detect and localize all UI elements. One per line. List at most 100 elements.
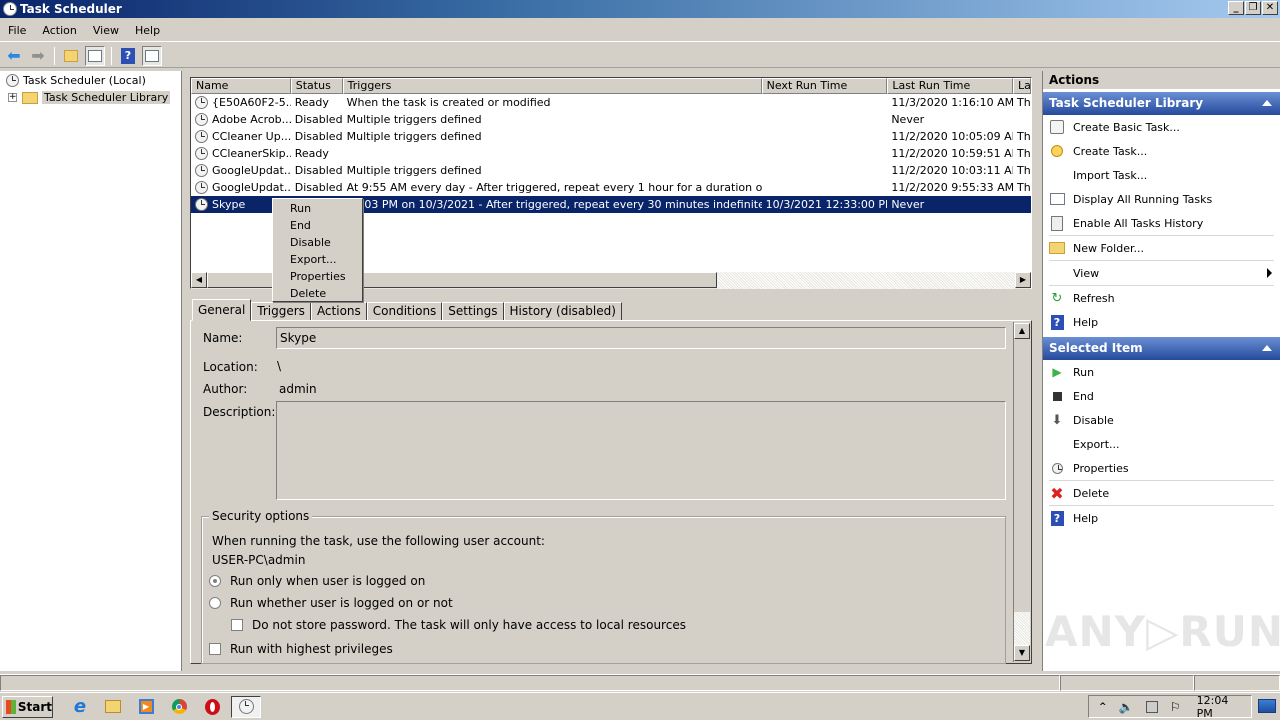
column-name[interactable]: Name [191,78,291,94]
action-enable-all-tasks-history[interactable]: Enable All Tasks History [1043,211,1280,235]
help-icon: ? [121,47,135,64]
internet-explorer-icon[interactable]: e [69,696,91,718]
action-import-task[interactable]: Import Task... [1043,163,1280,187]
collapse-icon[interactable] [1262,345,1272,351]
scroll-down-button[interactable]: ▼ [1014,645,1030,661]
chrome-icon[interactable] [168,696,190,718]
menu-view[interactable]: View [85,24,127,37]
column-last-run-result[interactable]: La [1013,78,1031,94]
tab-settings[interactable]: Settings [442,302,504,321]
menu-action[interactable]: Action [34,24,84,37]
close-button[interactable]: ✕ [1262,1,1278,15]
show-hide-console-tree-button[interactable] [85,45,105,66]
action-label: Import Task... [1073,168,1148,182]
do-not-store-password-label: Do not store password. The task will onl… [252,618,686,632]
context-menu-properties[interactable]: Properties [273,268,362,285]
expand-icon[interactable]: + [8,93,17,102]
action-properties[interactable]: Properties [1043,456,1280,480]
task-row[interactable]: CCleaner Up... Disabled Multiple triggers … [191,128,1031,145]
action-delete[interactable]: ✖ Delete [1043,481,1280,505]
action-help[interactable]: ? Help [1043,310,1280,334]
forward-button[interactable]: ➡ [28,46,48,66]
media-player-icon[interactable]: ▶ [135,696,157,718]
action-help[interactable]: ? Help [1043,506,1280,530]
task-last-cell: Never [891,113,925,126]
show-desktop-button[interactable] [1258,699,1276,713]
restore-button[interactable]: ❐ [1245,1,1261,15]
run-whether-logged-on-radio[interactable] [209,597,221,609]
do-not-store-password-checkbox[interactable] [231,619,243,631]
run-only-logged-on-radio[interactable] [209,575,221,587]
action-view[interactable]: View [1043,261,1280,285]
tab-general[interactable]: General [192,299,252,321]
library-section-header[interactable]: Task Scheduler Library [1043,92,1280,115]
clock[interactable]: 12:04 PM [1197,694,1241,720]
selected-item-section-header[interactable]: Selected Item [1043,337,1280,360]
column-last-run-time[interactable]: Last Run Time [887,78,1014,94]
description-field[interactable] [276,401,1006,500]
start-button[interactable]: Start [2,695,53,718]
menu-file[interactable]: File [0,24,34,37]
menu-help[interactable]: Help [127,24,168,37]
volume-icon[interactable]: 🔈 [1119,700,1134,714]
show-hide-action-pane-button[interactable] [142,45,162,66]
action-disable[interactable]: ⬇ Disable [1043,408,1280,432]
scroll-up-button[interactable]: ▲ [1014,323,1030,339]
action-end[interactable]: End [1043,384,1280,408]
task-row[interactable]: GoogleUpdat... Disabled At 9:55 AM every d… [191,179,1031,196]
context-menu-export[interactable]: Export... [273,251,362,268]
run-highest-privileges-checkbox[interactable] [209,643,221,655]
scrollbar-track[interactable] [717,272,1015,289]
task-clock-icon [195,181,208,194]
task-row[interactable]: CCleanerSkip... Ready 11/2/2020 10:59:51 A… [191,145,1031,162]
name-field[interactable]: Skype [276,327,1006,349]
up-one-level-button[interactable] [61,46,81,66]
task-name: Skype [212,198,246,211]
action-center-flag-icon[interactable]: ⚐ [1170,700,1181,714]
column-status[interactable]: Status [290,78,343,94]
action-run[interactable]: ▶ Run [1043,360,1280,384]
column-triggers[interactable]: Triggers [342,78,762,94]
show-hidden-icons-button[interactable]: ^ [1099,702,1107,712]
details-tabs: General Triggers Actions Conditions Sett… [192,299,622,321]
scroll-right-button[interactable]: ▶ [1015,272,1031,288]
help-button[interactable]: ? [118,46,138,66]
task-row[interactable]: {E50A60F2-5... Ready When the task is crea… [191,94,1031,111]
submenu-arrow-icon [1267,268,1272,278]
context-menu-run[interactable]: Run [273,200,362,217]
task-last-cell: 11/2/2020 10:59:51 AM [891,147,1014,160]
task-name-cell: GoogleUpdat... [191,164,291,177]
action-new-folder[interactable]: New Folder... [1043,236,1280,260]
status-panel-2 [1060,675,1194,691]
opera-icon[interactable] [201,696,223,718]
scroll-left-button[interactable]: ◀ [191,272,207,288]
minimize-button[interactable]: _ [1228,1,1244,15]
explorer-icon[interactable] [102,696,124,718]
task-name-cell: {E50A60F2-5... [191,96,291,109]
task-row[interactable]: Adobe Acrob... Disabled Multiple triggers … [191,111,1031,128]
tree-item-local[interactable]: Task Scheduler (Local) [0,72,181,89]
action-refresh[interactable]: ↻ Refresh [1043,286,1280,310]
tab-history[interactable]: History (disabled) [503,302,622,321]
task-scheduler-taskbar-button[interactable] [231,695,261,718]
action-display-all-running-tasks[interactable]: Display All Running Tasks [1043,187,1280,211]
task-row[interactable]: GoogleUpdat... Disabled Multiple triggers … [191,162,1031,179]
system-tray: ^ 🔈 ⚐ 12:04 PM [1088,694,1252,720]
context-menu-disable[interactable]: Disable [273,234,362,251]
tab-actions[interactable]: Actions [310,302,367,321]
network-icon[interactable] [1145,700,1158,713]
tree-item-library[interactable]: + Task Scheduler Library [0,89,181,106]
column-next-run-time[interactable]: Next Run Time [761,78,888,94]
tab-conditions[interactable]: Conditions [366,302,443,321]
collapse-icon[interactable] [1262,100,1272,106]
action-create-basic-task[interactable]: Create Basic Task... [1043,115,1280,139]
context-menu-end[interactable]: End [273,217,362,234]
task-name-cell: CCleanerSkip... [191,147,291,160]
action-create-task[interactable]: Create Task... [1043,139,1280,163]
tab-triggers[interactable]: Triggers [251,302,311,321]
context-menu-delete[interactable]: Delete [273,285,362,302]
back-button[interactable]: ⬅ [4,46,24,66]
details-vertical-scrollbar[interactable]: ▲ ▼ [1013,322,1030,662]
action-export[interactable]: Export... [1043,432,1280,456]
scrollbar-track[interactable] [1014,612,1030,645]
